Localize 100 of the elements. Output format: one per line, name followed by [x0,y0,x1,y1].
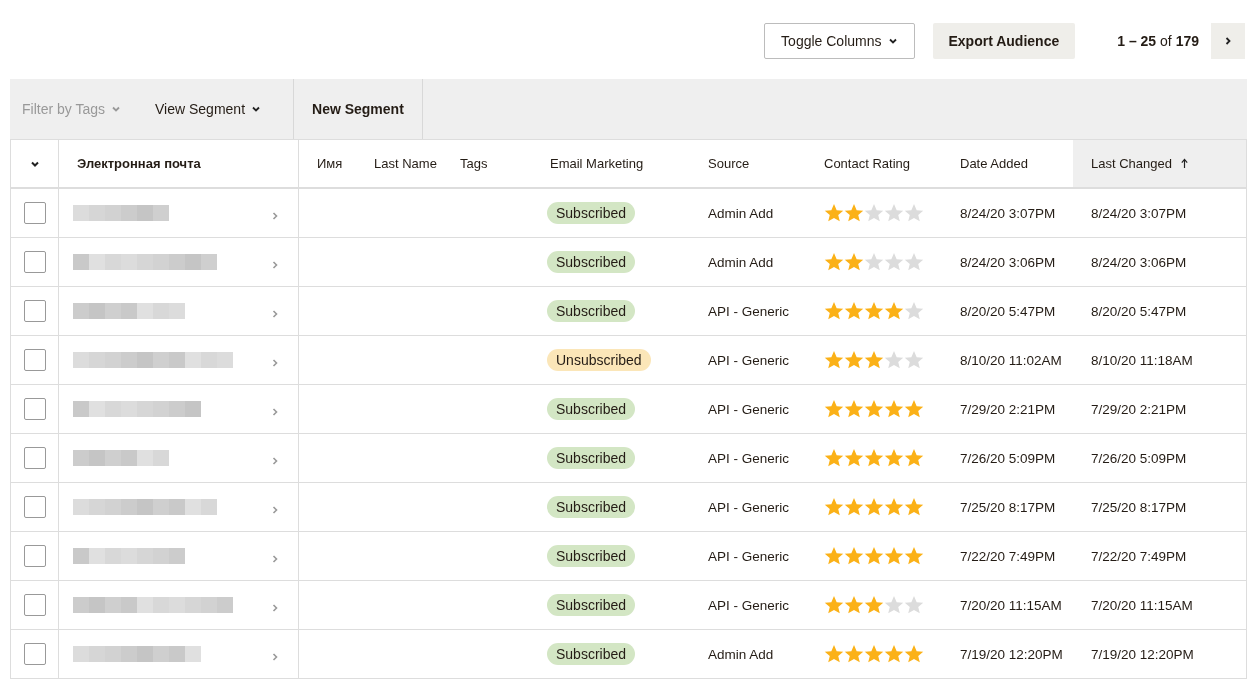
table-cell: 8/20/20 5:47PM [960,303,1056,319]
row-checkbox[interactable] [23,349,46,371]
column-header[interactable]: Имя [299,140,356,187]
toggle-columns-button[interactable]: Toggle Columns [764,22,915,59]
star-icon [904,448,924,468]
table-cell: 8/10/20 11:02AM [960,352,1062,368]
star-icon [824,595,844,615]
chevron-right-icon[interactable] [270,407,280,417]
table-cell: 8/24/20 3:06PM [960,254,1056,270]
chevron-right-icon[interactable] [270,456,280,466]
star-icon [884,448,904,468]
row-checkbox[interactable] [23,643,46,665]
row-checkbox[interactable] [23,300,46,322]
chevron-right-icon[interactable] [270,358,280,368]
chevron-right-icon[interactable] [270,554,280,564]
status-badge: Subscribed [547,251,636,273]
column-header[interactable]: Tags [442,140,532,187]
star-icon [824,546,844,566]
chevron-right-icon[interactable] [270,309,280,319]
star-icon [884,350,904,370]
star-icon [904,301,924,321]
star-icon [824,448,844,468]
star-icon [884,595,904,615]
star-icon [904,252,924,272]
export-audience-button[interactable]: Export Audience [932,22,1076,59]
star-icon [824,350,844,370]
chevron-right-icon[interactable] [270,260,280,270]
star-icon [844,350,864,370]
table-cell: 7/19/20 12:20PM [960,646,1063,662]
table-cell: 8/24/20 3:06PM [1091,254,1187,270]
star-icon [884,252,904,272]
star-icon [844,203,864,223]
row-checkbox[interactable] [23,251,46,273]
star-icon [844,448,864,468]
column-header[interactable]: Date Added [942,140,1073,187]
table-cell: 7/19/20 12:20PM [1091,646,1194,662]
table-cell: Admin Add [708,646,774,662]
star-icon [864,252,884,272]
star-icon [824,252,844,272]
star-icon [904,546,924,566]
chevron-right-icon [1223,35,1233,46]
star-icon [884,546,904,566]
star-icon [904,399,924,419]
table-cell: 7/26/20 5:09PM [960,450,1056,466]
table-cell: 7/29/20 2:21PM [960,401,1056,417]
star-icon [904,497,924,517]
dropdown-button[interactable]: View Segment [155,79,279,139]
chevron-right-icon[interactable] [270,603,280,613]
row-checkbox[interactable] [23,202,46,224]
star-icon [844,301,864,321]
chevron-right-icon[interactable] [270,211,280,221]
row-checkbox[interactable] [23,447,46,469]
star-icon [824,644,844,664]
chevron-down-icon [251,104,261,114]
sort-arrow-icon [1179,158,1189,169]
table-cell: 7/22/20 7:49PM [1091,548,1187,564]
star-icon [824,399,844,419]
star-icon [864,644,884,664]
row-checkbox[interactable] [23,496,46,518]
star-icon [904,595,924,615]
column-header[interactable]: Contact Rating [806,140,942,187]
row-checkbox[interactable] [23,545,46,567]
star-icon [844,399,864,419]
chevron-right-icon[interactable] [270,505,280,515]
chevron-right-icon[interactable] [270,652,280,662]
column-header[interactable]: Электронная почта [59,140,299,187]
column-header[interactable]: Last Changed [1073,140,1246,187]
column-header[interactable]: Source [690,140,806,187]
star-icon [824,497,844,517]
table-cell: API - Generic [708,401,790,417]
new-segment-button[interactable]: New Segment [293,79,423,139]
status-badge: Subscribed [547,643,636,665]
row-checkbox[interactable] [23,594,46,616]
star-icon [844,497,864,517]
status-badge: Subscribed [547,594,636,616]
star-icon [884,301,904,321]
star-icon [824,203,844,223]
table-cell: Admin Add [708,254,774,270]
table-cell: 7/20/20 11:15AM [1091,597,1193,613]
next-page-button[interactable] [1211,22,1245,59]
star-icon [904,203,924,223]
table-cell: 7/20/20 11:15AM [960,597,1062,613]
star-icon [884,399,904,419]
star-icon [864,497,884,517]
table-cell: API - Generic [708,597,790,613]
table-cell: 8/20/20 5:47PM [1091,303,1187,319]
pagination-text: 1 – 25 of 179 [1117,32,1199,49]
status-badge: Subscribed [547,545,636,567]
status-badge: Subscribed [547,496,636,518]
column-header[interactable]: Email Marketing [532,140,690,187]
star-icon [864,399,884,419]
star-icon [844,252,864,272]
status-badge: Subscribed [547,202,636,224]
column-header[interactable]: Last Name [356,140,442,187]
star-icon [884,644,904,664]
star-icon [864,301,884,321]
table-cell: 7/22/20 7:49PM [960,548,1056,564]
row-checkbox[interactable] [23,398,46,420]
star-icon [844,595,864,615]
table-cell: 7/29/20 2:21PM [1091,401,1187,417]
